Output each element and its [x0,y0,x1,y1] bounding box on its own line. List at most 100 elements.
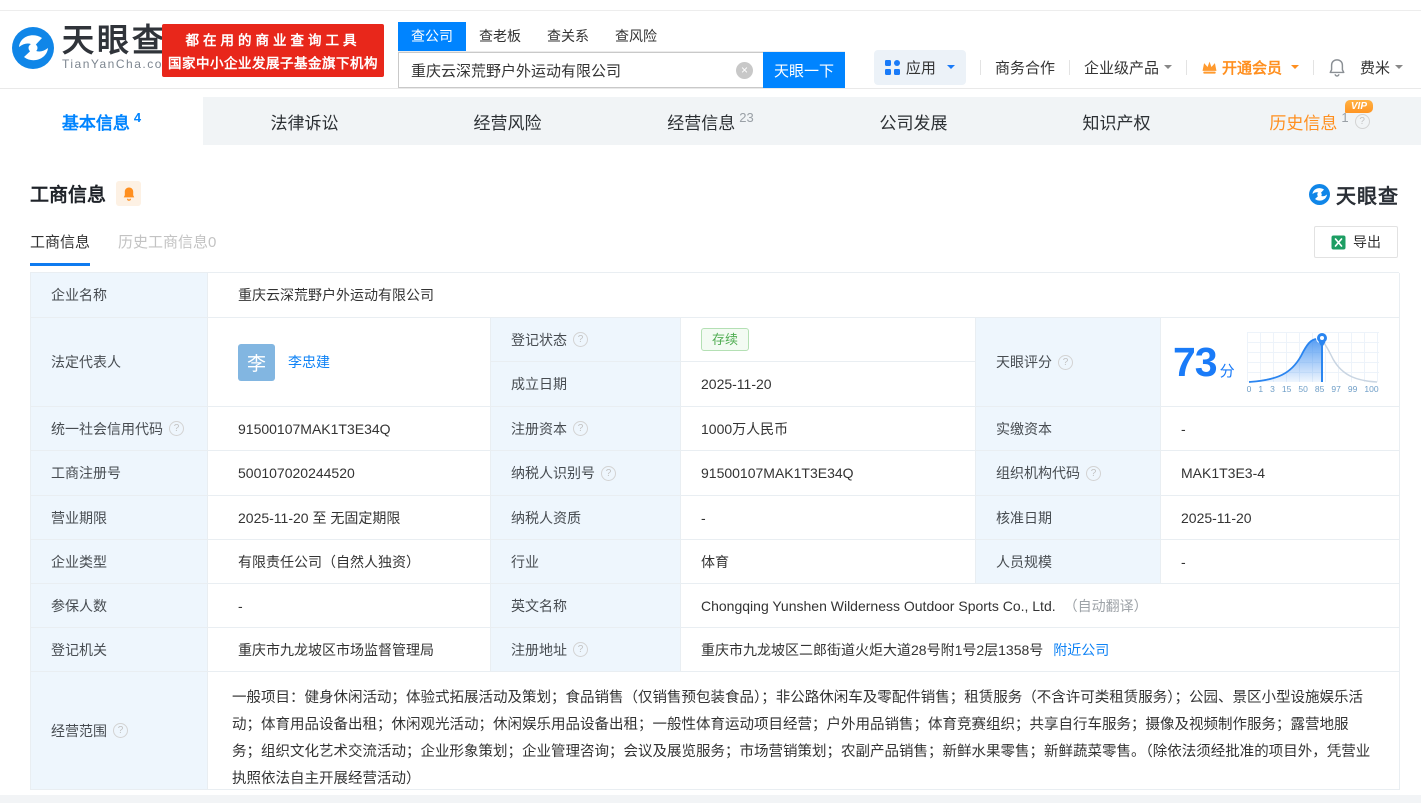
field-value-reg-number: 500107020244520 [208,451,491,496]
field-label-insured: 参保人数 [31,584,208,628]
field-value-reg-status: 存续 [681,318,976,362]
divider [1068,59,1070,75]
tab-basic-info[interactable]: 基本信息 4 [0,97,203,145]
help-icon[interactable] [1086,465,1101,481]
tianyancha-logo-icon [12,26,54,69]
search-input[interactable]: 重庆云深荒野户外运动有限公司 [398,52,763,88]
field-value-company-name: 重庆云深荒野户外运动有限公司 [208,273,1400,318]
notification-bell-icon[interactable] [1328,58,1346,77]
search-tab-boss[interactable]: 查老板 [466,22,534,51]
tab-business-info[interactable]: 经营信息 23 [609,97,812,145]
field-value-reg-capital: 1000万人民币 [681,407,976,451]
crown-icon [1202,61,1217,74]
tab-intellectual-property[interactable]: 知识产权 [1015,97,1218,145]
help-icon[interactable] [169,421,184,436]
field-label-paid-capital: 实缴资本 [976,407,1161,451]
watermark-logo: 天眼查 [1308,180,1399,209]
legal-rep-avatar[interactable]: 李 [238,343,275,381]
label-text: 组织机构代码 [996,465,1080,481]
subtab-current-info[interactable]: 工商信息 [30,231,91,266]
slogan-line2: 国家中小企业发展子基金旗下机构 [168,56,378,71]
field-value-staff-size: - [1161,540,1400,584]
help-icon[interactable] [1354,113,1370,129]
search-button[interactable]: 天眼一下 [763,52,845,88]
label-text: 登记状态 [511,331,567,348]
site-header: 天眼查 TianYanCha.com 都在用的商业查询工具 国家中小企业发展子基… [0,10,1421,89]
tab-label: 基本信息 [61,113,130,133]
score-curve [1248,332,1377,383]
clear-search-icon[interactable] [736,62,753,79]
apps-grid-icon [884,59,900,75]
tab-label: 法律诉讼 [270,113,339,133]
field-value-org-code: MAK1T3E3-4 [1161,451,1400,496]
subtab-history-info[interactable]: 历史工商信息0 [118,231,216,266]
field-value-taxpayer-qualification: - [681,496,976,540]
user-menu[interactable]: 费米 [1360,57,1403,78]
field-label-credit-code: 统一社会信用代码 [31,407,208,451]
help-icon[interactable] [573,642,588,657]
menu-business-coop[interactable]: 商务合作 [995,57,1055,78]
field-label-taxpayer-qualification: 纳税人资质 [491,496,681,540]
field-label-address: 注册地址 [491,628,681,672]
business-info-table: 企业名称 重庆云深荒野户外运动有限公司 法定代表人 李 李忠建 登记状态 存续 … [30,272,1400,790]
tab-operational-risk[interactable]: 经营风险 [406,97,609,145]
tab-label: 知识产权 [1082,113,1151,133]
tianyancha-logo[interactable]: 天眼查 TianYanCha.com [10,24,174,71]
tab-count: 1 [1341,109,1349,125]
excel-icon [1331,235,1346,249]
company-nav-tabs: 基本信息 4 法律诉讼 经营风险 经营信息 23 公司发展 知识产权 VIP 历… [0,97,1421,145]
search-tab-risk[interactable]: 查风险 [602,22,670,51]
field-label-staff-size: 人员规模 [976,540,1161,584]
menu-open-vip[interactable]: 开通会员 [1201,57,1299,78]
help-icon[interactable] [601,465,616,481]
field-label-reg-status: 登记状态 [491,318,681,362]
apps-menu[interactable]: 应用 [873,49,966,85]
help-icon[interactable] [113,723,128,738]
section-subtabs: 工商信息 历史工商信息0 [30,231,216,266]
watermark-text: 天眼查 [1336,186,1399,208]
help-icon[interactable] [573,332,588,347]
field-label-org-code: 组织机构代码 [976,451,1161,496]
field-value-insured: - [208,584,491,628]
score-distribution-chart: 0 1 3 15 50 85 97 99 100 [1246,330,1379,394]
field-label-registry: 登记机关 [31,628,208,672]
field-label-industry: 行业 [491,540,681,584]
chevron-down-icon [946,65,955,73]
search-module: 查公司 查老板 查关系 查风险 重庆云深荒野户外运动有限公司 天眼一下 [398,22,845,88]
search-tabs: 查公司 查老板 查关系 查风险 [398,22,845,52]
label-text: 统一社会信用代码 [51,420,163,437]
page-bottom-strip [0,795,1421,803]
search-tab-company[interactable]: 查公司 [398,22,466,51]
nearby-companies-link[interactable]: 附近公司 [1053,640,1109,660]
export-button[interactable]: 导出 [1314,226,1398,258]
help-icon[interactable] [573,421,588,436]
tianyancha-company-page: 天眼查 TianYanCha.com 都在用的商业查询工具 国家中小企业发展子基… [0,0,1421,803]
section-header: 工商信息 [30,180,142,207]
field-value-taxpayer-id: 91500107MAK1T3E34Q [681,451,976,496]
status-badge: 存续 [701,328,750,351]
tab-label: 经营风险 [473,113,542,133]
vip-label: 开通会员 [1221,59,1282,77]
field-label-establish-date: 成立日期 [491,362,681,407]
chevron-down-icon [1163,65,1172,73]
enterprise-label: 企业级产品 [1083,59,1159,77]
tab-company-development[interactable]: 公司发展 [812,97,1015,145]
tab-history-info[interactable]: VIP 历史信息 1 [1218,97,1421,145]
field-label-english-name: 英文名称 [491,584,681,628]
section-title: 工商信息 [30,185,107,206]
tab-count: 23 [739,109,754,125]
field-label-reg-capital: 注册资本 [491,407,681,451]
monitor-bell-icon[interactable] [116,181,142,206]
menu-enterprise-product[interactable]: 企业级产品 [1084,57,1172,78]
field-label-business-term: 营业期限 [31,496,208,540]
search-tab-relation[interactable]: 查关系 [534,22,602,51]
field-value-company-type: 有限责任公司（自然人独资） [208,540,491,584]
username: 费米 [1359,59,1390,77]
tab-count: 4 [133,109,142,125]
chevron-down-icon [1290,65,1299,73]
field-value-scope: 一般项目：健身休闲活动；体验式拓展活动及策划；食品销售（仅销售预包装食品）；非公… [208,672,1400,790]
legal-rep-link[interactable]: 李忠建 [288,352,330,372]
help-icon[interactable] [1058,354,1073,370]
divider [1312,59,1314,75]
tab-legal-proceedings[interactable]: 法律诉讼 [203,97,406,145]
